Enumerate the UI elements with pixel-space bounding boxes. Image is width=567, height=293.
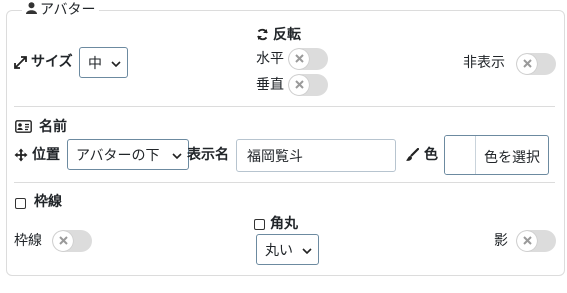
- color-picker-label: 色を選択: [484, 150, 540, 166]
- shadow-label: 影: [494, 233, 508, 249]
- position-label: 位置: [32, 147, 60, 163]
- x-icon: [294, 77, 304, 93]
- hide-label: 非表示: [463, 55, 505, 71]
- flip-horizontal-toggle[interactable]: [288, 48, 328, 70]
- paintbrush-icon: [405, 147, 420, 166]
- panel-legend: アバター: [22, 2, 100, 18]
- shadow-toggle[interactable]: [516, 230, 556, 252]
- chevron-down-icon: [302, 242, 312, 258]
- resize-arrows-icon: [14, 56, 27, 73]
- id-card-icon: [15, 120, 32, 137]
- rounded-select-value: 丸い: [265, 242, 293, 259]
- name-heading: 名前: [39, 119, 67, 135]
- flip-heading: 反転: [273, 27, 301, 43]
- flip-vertical-label: 垂直: [256, 77, 284, 93]
- flip-horizontal-label: 水平: [256, 51, 284, 67]
- position-select[interactable]: アバターの下: [67, 139, 189, 170]
- position-select-value: アバターの下: [76, 147, 160, 164]
- size-select-value: 中: [88, 55, 102, 72]
- border-toggle-label: 枠線: [14, 233, 42, 249]
- divider: [14, 182, 555, 183]
- move-arrows-icon: [14, 148, 28, 166]
- toggle-knob: [289, 49, 309, 69]
- chevron-down-icon: [172, 147, 182, 163]
- rounded-heading: 角丸: [270, 216, 298, 232]
- divider: [14, 106, 555, 107]
- user-icon: [26, 2, 37, 18]
- display-name-input[interactable]: 福岡覧斗: [236, 139, 396, 172]
- sync-icon: [256, 28, 269, 45]
- display-name-value: 福岡覧斗: [247, 148, 303, 165]
- toggle-knob: [289, 75, 309, 95]
- rounded-select[interactable]: 丸い: [256, 234, 319, 265]
- color-swatch: [445, 136, 476, 174]
- toggle-knob: [53, 231, 73, 251]
- color-picker-button[interactable]: 色を選択: [444, 135, 549, 175]
- size-select[interactable]: 中: [79, 47, 128, 78]
- x-icon: [58, 233, 68, 249]
- flip-vertical-toggle[interactable]: [288, 74, 328, 96]
- rounded-checkbox[interactable]: [254, 217, 265, 233]
- hide-toggle[interactable]: [516, 53, 556, 75]
- chevron-down-icon: [111, 55, 121, 71]
- x-icon: [522, 233, 532, 249]
- display-name-label: 表示名: [187, 147, 229, 163]
- x-icon: [294, 51, 304, 67]
- toggle-knob: [517, 54, 537, 74]
- border-toggle[interactable]: [52, 230, 92, 252]
- toggle-knob: [517, 231, 537, 251]
- color-label: 色: [424, 147, 438, 163]
- x-icon: [522, 56, 532, 72]
- panel-title: アバター: [40, 2, 96, 18]
- border-heading: 枠線: [34, 194, 62, 210]
- border-heading-checkbox[interactable]: [15, 196, 26, 212]
- size-label: サイズ: [31, 54, 73, 70]
